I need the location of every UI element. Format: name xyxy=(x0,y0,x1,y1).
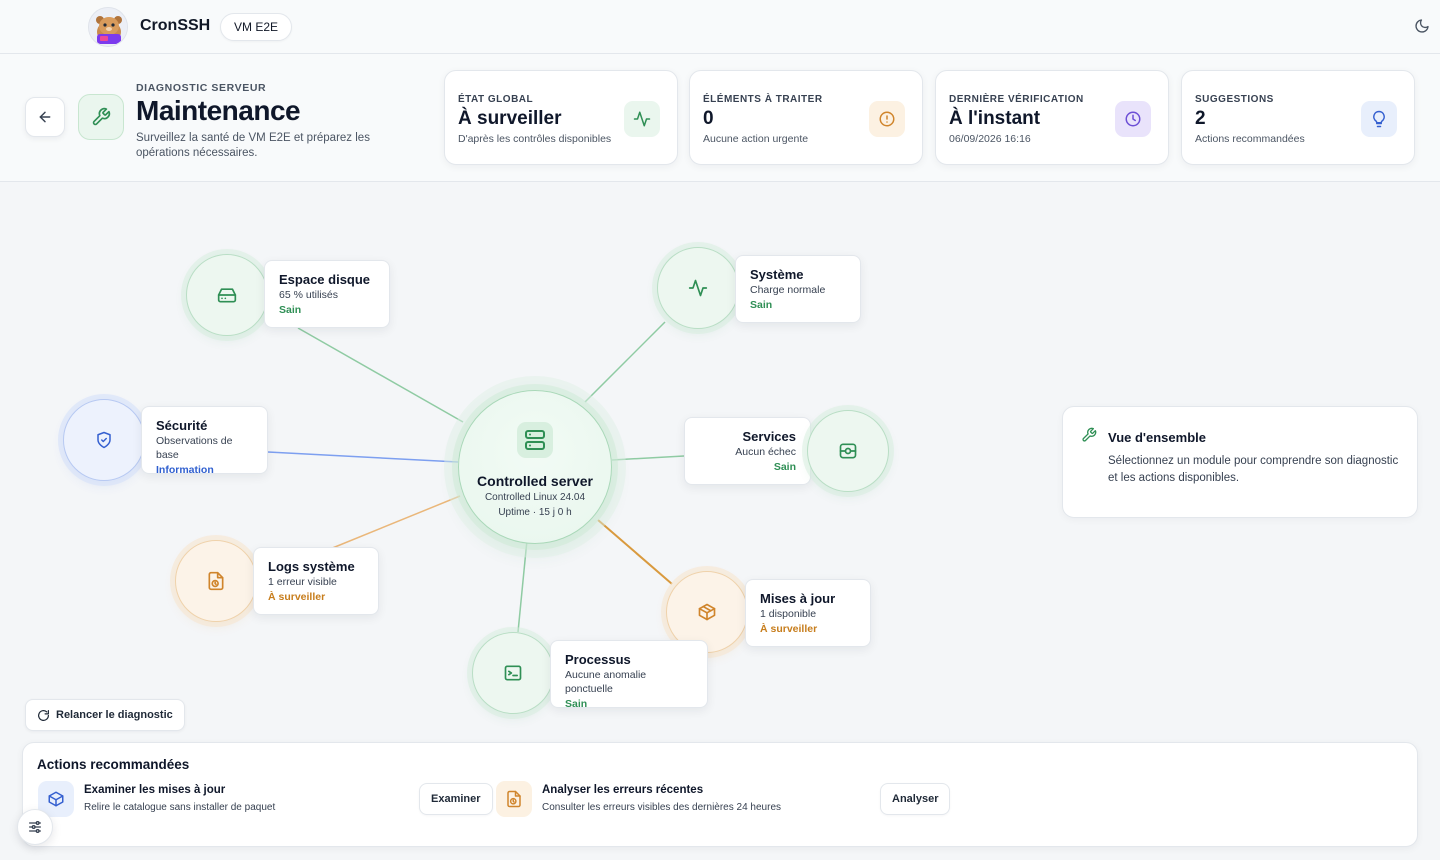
updates-module-card[interactable]: Mises à jour 1 disponible À surveiller xyxy=(745,579,871,647)
stat-sub: Actions recommandées xyxy=(1195,133,1305,145)
file-clock-icon xyxy=(496,781,532,817)
activity-icon xyxy=(624,101,660,137)
activity-icon xyxy=(688,279,708,297)
module-status: Sain xyxy=(750,299,773,311)
module-sub: Charge normale xyxy=(750,284,826,296)
package-icon xyxy=(698,603,716,621)
controlled-server-hub[interactable]: Controlled server Controlled Linux 24.04… xyxy=(458,390,612,544)
alert-circle-icon xyxy=(869,101,905,137)
security-module-node[interactable] xyxy=(63,399,145,481)
processes-module-card[interactable]: Processus Aucune anomalie ponctuelle Sai… xyxy=(550,640,708,710)
stat-label: ÉLÉMENTS À TRAITER xyxy=(703,94,823,105)
stat-value: 2 xyxy=(1195,108,1206,129)
module-status: Information xyxy=(156,464,214,476)
arrow-left-icon xyxy=(39,111,51,123)
action-title: Examiner les mises à jour xyxy=(84,784,226,796)
stat-label: DERNIÈRE VÉRIFICATION xyxy=(949,94,1084,105)
stat-sub: 06/09/2026 16:16 xyxy=(949,133,1031,145)
action-title: Analyser les erreurs récentes xyxy=(542,784,704,796)
hard-drive-icon xyxy=(217,288,237,303)
diagnostic-graph: Controlled server Controlled Linux 24.04… xyxy=(0,182,1040,742)
stat-label: SUGGESTIONS xyxy=(1195,94,1274,105)
module-sub: 65 % utilisés xyxy=(279,289,338,301)
server-icon xyxy=(517,422,553,458)
module-status: À surveiller xyxy=(760,623,818,635)
terminal-icon xyxy=(504,665,522,681)
module-title: Logs système xyxy=(268,559,355,574)
moon-icon[interactable] xyxy=(1414,18,1432,36)
module-title: Sécurité xyxy=(156,418,208,433)
app-logo[interactable] xyxy=(88,7,128,47)
page-header: DIAGNOSTIC SERVEUR Maintenance Surveille… xyxy=(0,54,1440,182)
stat-sub: D'après les contrôles disponibles xyxy=(458,133,612,145)
stat-value: À l'instant xyxy=(949,108,1041,129)
services-module-node[interactable] xyxy=(807,410,889,492)
top-bar: CronSSH VM E2E xyxy=(0,0,1440,54)
module-status: Sain xyxy=(565,698,588,710)
refresh-icon xyxy=(38,709,49,721)
rerun-diagnostic-button[interactable]: Relancer le diagnostic xyxy=(25,699,185,731)
security-module-card[interactable]: Sécurité Observations de base Informatio… xyxy=(141,406,268,476)
module-sub: 1 disponible xyxy=(760,608,817,620)
wrench-icon xyxy=(1081,427,1097,448)
module-sub: Observations de base xyxy=(156,435,233,461)
page-eyebrow: DIAGNOSTIC SERVEUR xyxy=(136,82,267,94)
actions-title: Actions recommandées xyxy=(37,757,190,772)
hub-os: Controlled Linux 24.04 xyxy=(484,492,586,503)
system-module-node[interactable] xyxy=(657,247,739,329)
vm-selector-chip[interactable]: VM E2E xyxy=(220,13,293,41)
stat-value: À surveiller xyxy=(458,108,562,129)
processes-module-node[interactable] xyxy=(472,632,554,714)
stat-card-last-check: DERNIÈRE VÉRIFICATION À l'instant 06/09/… xyxy=(935,70,1169,165)
stat-label: ÉTAT GLOBAL xyxy=(458,94,534,105)
disk-module-node[interactable] xyxy=(186,254,268,336)
back-button[interactable] xyxy=(25,97,65,137)
module-status: À surveiller xyxy=(268,591,326,603)
hub-title: Controlled server xyxy=(477,473,593,489)
overview-text: Sélectionnez un module pour comprendre s… xyxy=(1108,455,1399,484)
module-sub: 1 erreur visible xyxy=(268,576,337,588)
services-module-card[interactable]: Services Aucun échec Sain xyxy=(684,417,811,485)
overview-title: Vue d'ensemble xyxy=(1108,430,1206,445)
system-module-card[interactable]: Système Charge normale Sain xyxy=(735,255,861,323)
disk-module-card[interactable]: Espace disque 65 % utilisés Sain xyxy=(264,260,390,328)
logs-module-node[interactable] xyxy=(175,540,257,622)
stat-sub: Aucune action urgente xyxy=(703,133,809,145)
action-sub: Consulter les erreurs visibles des derni… xyxy=(542,802,782,813)
lightbulb-icon xyxy=(1361,101,1397,137)
action-sub: Relire le catalogue sans installer de pa… xyxy=(84,802,276,813)
analyze-errors-button[interactable]: Analyser xyxy=(880,783,951,815)
stat-card-suggestions: SUGGESTIONS 2 Actions recommandées xyxy=(1181,70,1415,165)
settings-sliders-button[interactable] xyxy=(17,809,53,845)
recommended-actions-panel: Actions recommandées Examiner les mises … xyxy=(22,742,1418,847)
module-title: Processus xyxy=(565,652,631,667)
wrench-icon xyxy=(78,94,124,140)
stat-card-items-to-process: ÉLÉMENTS À TRAITER 0 Aucune action urgen… xyxy=(689,70,923,165)
rerun-label: Relancer le diagnostic xyxy=(56,709,173,721)
shield-check-icon xyxy=(97,431,111,449)
page-subtitle: Surveillez la santé de VM E2E et prépare… xyxy=(136,132,370,159)
module-title: Mises à jour xyxy=(760,591,836,606)
logs-module-card[interactable]: Logs système 1 erreur visible À surveill… xyxy=(253,547,379,615)
overview-panel: Vue d'ensemble Sélectionnez un module po… xyxy=(1062,406,1418,518)
module-sub: Aucun échec xyxy=(735,446,796,458)
sliders-icon xyxy=(29,821,41,833)
module-title: Système xyxy=(750,267,804,282)
stat-card-global-state: ÉTAT GLOBAL À surveiller D'après les con… xyxy=(444,70,678,165)
module-status: Sain xyxy=(279,304,302,316)
hub-uptime: Uptime · 15 j 0 h xyxy=(498,507,572,518)
app-name: CronSSH xyxy=(140,17,211,34)
stat-value: 0 xyxy=(703,108,714,129)
module-status: Sain xyxy=(773,461,796,473)
module-title: Espace disque xyxy=(279,272,371,287)
clock-icon xyxy=(1115,101,1151,137)
module-sub: Aucune anomalie ponctuelle xyxy=(565,669,647,695)
examine-updates-button[interactable]: Examiner xyxy=(419,783,493,815)
file-clock-icon xyxy=(208,571,224,591)
module-title: Services xyxy=(742,429,797,444)
page-title: Maintenance xyxy=(136,95,301,126)
services-icon xyxy=(839,443,857,459)
